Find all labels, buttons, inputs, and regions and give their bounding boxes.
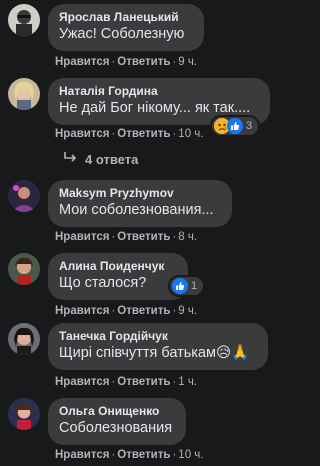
- comment-text: Ужас! Соболезную: [59, 26, 185, 42]
- comment-time[interactable]: 10 ч.: [178, 449, 203, 461]
- avatar[interactable]: [8, 180, 40, 212]
- reply-button[interactable]: Ответить: [117, 449, 170, 461]
- reply-button[interactable]: Ответить: [117, 231, 170, 243]
- replies-count: 4 ответа: [85, 151, 139, 167]
- comments-section: Ярослав Ланецький Ужас! Соболезную Нрави…: [0, 0, 296, 466]
- avatar[interactable]: [8, 253, 40, 285]
- comment-bubble: Ярослав Ланецький Ужас! Соболезную: [48, 4, 204, 51]
- like-button[interactable]: Нравится: [55, 128, 109, 140]
- comment-text: Соболезнования: [59, 420, 173, 436]
- comment-text: Мои соболезнования...: [59, 202, 214, 218]
- comment-actions: Нравится · Ответить · 8 ч.: [55, 231, 198, 243]
- comment-text: Щирі співчуття батькам😥🙏: [59, 345, 250, 361]
- comment-author[interactable]: Алина Поиденчук: [59, 259, 177, 274]
- reply-button[interactable]: Ответить: [117, 56, 170, 68]
- comment-time[interactable]: 1 ч.: [178, 376, 197, 388]
- like-button[interactable]: Нравится: [55, 305, 109, 317]
- comment-time[interactable]: 9 ч.: [178, 56, 197, 68]
- reply-button[interactable]: Ответить: [117, 376, 170, 388]
- comment-time[interactable]: 8 ч.: [178, 231, 197, 243]
- view-replies-link[interactable]: 4 ответа: [63, 150, 138, 168]
- reaction-summary[interactable]: 3: [210, 115, 261, 137]
- like-button[interactable]: Нравится: [55, 376, 109, 388]
- comment-author[interactable]: Танечка Гордійчук: [59, 329, 257, 344]
- avatar[interactable]: [8, 323, 40, 355]
- comment-author[interactable]: Maksym Pryzhymov: [59, 186, 221, 201]
- comment-actions: Нравится · Ответить · 10 ч.: [55, 449, 204, 461]
- comment-author[interactable]: Ярослав Ланецький: [59, 10, 193, 25]
- comment-bubble: Ольга Онищенко Соболезнования: [48, 398, 186, 445]
- like-button[interactable]: Нравится: [55, 231, 109, 243]
- reaction-count: 1: [191, 280, 198, 292]
- reply-button[interactable]: Ответить: [117, 305, 170, 317]
- comment-actions: Нравится · Ответить · 9 ч.: [55, 305, 198, 317]
- comment-author[interactable]: Наталія Гордина: [59, 84, 259, 99]
- comment-bubble: Maksym Pryzhymov Мои соболезнования...: [48, 180, 232, 227]
- comment-actions: Нравится · Ответить · 10 ч.: [55, 128, 204, 140]
- reaction-count: 3: [246, 120, 253, 132]
- like-icon: [172, 278, 188, 294]
- comment-time[interactable]: 10 ч.: [178, 128, 203, 140]
- like-button[interactable]: Нравится: [55, 449, 109, 461]
- comment-bubble: Алина Поиденчук Що сталося?: [48, 253, 188, 300]
- avatar[interactable]: [8, 398, 40, 430]
- like-icon: [227, 118, 243, 134]
- reply-button[interactable]: Ответить: [117, 128, 170, 140]
- comment-actions: Нравится · Ответить · 9 ч.: [55, 56, 198, 68]
- comment-author[interactable]: Ольга Онищенко: [59, 404, 175, 419]
- like-button[interactable]: Нравится: [55, 56, 109, 68]
- reply-arrow-icon: [63, 150, 77, 168]
- comment-bubble: Танечка Гордійчук Щирі співчуття батькам…: [48, 323, 268, 370]
- comment-text: Що сталося?: [59, 275, 147, 291]
- comment-actions: Нравится · Ответить · 1 ч.: [55, 376, 198, 388]
- avatar[interactable]: [8, 4, 40, 36]
- comment-time[interactable]: 9 ч.: [178, 305, 197, 317]
- avatar[interactable]: [8, 78, 40, 110]
- reaction-summary[interactable]: 1: [168, 275, 206, 297]
